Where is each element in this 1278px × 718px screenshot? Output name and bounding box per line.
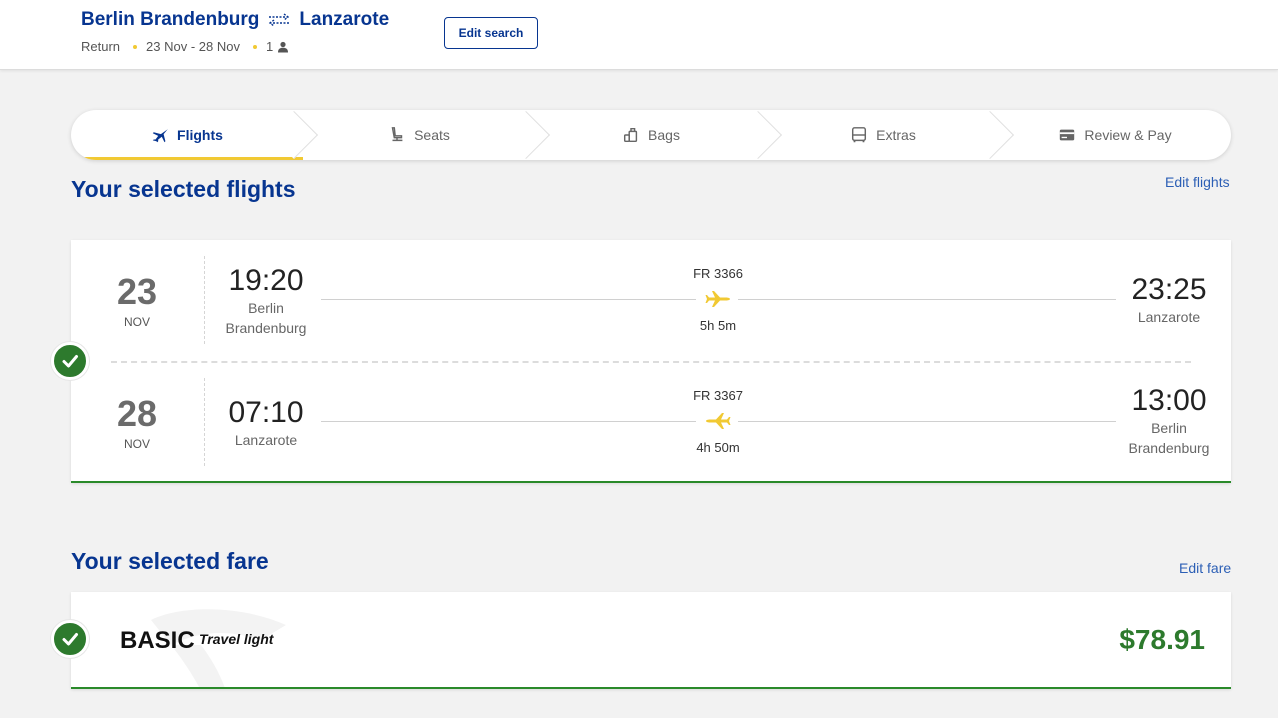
check-icon (62, 355, 78, 368)
departure-time: 19:20 (228, 264, 304, 297)
departure-city-line2: Brandenburg (225, 320, 307, 336)
check-icon (62, 633, 78, 646)
booking-stepper: Flights Seats Bags Extras Review & Pay (71, 110, 1231, 160)
date-day: 23 (116, 271, 158, 312)
arrival-time: 23:25 (1131, 273, 1207, 306)
fare-card: BASIC Travel light $78.91 (71, 592, 1231, 689)
departure-info: 07:10 Lanzarote (216, 396, 316, 450)
separator-dot (252, 44, 257, 49)
flights-card: 23 NOV 19:20 Berlin Brandenburg FR 3366 … (71, 240, 1231, 483)
flight-duration: 4h 50m (696, 440, 740, 455)
step-flights[interactable]: Flights (71, 110, 319, 160)
step-label: Review & Pay (1084, 127, 1172, 143)
plane-icon (152, 128, 169, 143)
trip-meta: Return 23 Nov - 28 Nov 1 (81, 39, 289, 54)
bag-icon (624, 127, 638, 143)
plane-icon (705, 291, 730, 307)
arrival-city: Lanzarote (1137, 309, 1201, 325)
bus-icon (852, 127, 867, 143)
step-review-pay[interactable]: Review & Pay (999, 110, 1231, 160)
flight-number: FR 3366 (693, 266, 743, 281)
flight-number: FR 3367 (693, 388, 743, 403)
route-title: Berlin Brandenburg Lanzarote (81, 9, 389, 31)
step-label: Seats (414, 127, 450, 143)
person-icon (278, 41, 289, 52)
fare-price: $78.91 (1119, 624, 1205, 655)
return-arrows-icon (269, 13, 290, 27)
seat-icon (391, 127, 403, 142)
destination-city: Lanzarote (299, 9, 390, 30)
flight-row-outbound: 23 NOV 19:20 Berlin Brandenburg FR 3366 … (71, 256, 1231, 356)
top-header: Berlin Brandenburg Lanzarote Return 23 N… (0, 0, 1278, 70)
departure-city: Lanzarote (234, 432, 298, 448)
arrival-city-line2: Brandenburg (1128, 440, 1210, 456)
arrival-info: 13:00 Berlin Brandenburg (1119, 384, 1219, 458)
date-month: NOV (123, 315, 150, 329)
step-bags[interactable]: Bags (535, 110, 783, 160)
trip-dates: 23 Nov - 28 Nov (146, 39, 240, 54)
card-icon (1060, 129, 1075, 141)
departure-info: 19:20 Berlin Brandenburg (216, 264, 316, 338)
edit-flights-link[interactable]: Edit flights (1165, 174, 1230, 190)
flight-duration: 5h 5m (699, 318, 737, 333)
selected-fare-title: Your selected fare (71, 548, 269, 574)
fare-name: BASIC (120, 627, 195, 654)
date-day: 28 (116, 393, 158, 434)
departure-time: 07:10 (228, 396, 304, 429)
origin-city: Berlin Brandenburg (81, 9, 260, 30)
plane-icon (706, 413, 731, 429)
selected-flights-title: Your selected flights (71, 176, 296, 202)
route-line (738, 299, 1116, 300)
step-label: Bags (648, 127, 680, 143)
date-box: 28 NOV (101, 393, 173, 452)
step-label: Extras (876, 127, 916, 143)
arrival-time: 13:00 (1131, 384, 1207, 417)
fare-confirmed-check-icon (51, 620, 89, 658)
passenger-count: 1 (265, 39, 274, 54)
flight-row-return: 28 NOV 07:10 Lanzarote FR 3367 4h 50m 13… (71, 378, 1231, 478)
flight-divider (111, 361, 1191, 363)
route-line (321, 299, 696, 300)
edit-search-button[interactable]: Edit search (444, 17, 538, 49)
step-label: Flights (177, 127, 223, 143)
column-divider (204, 378, 205, 466)
fare-subtitle: Travel light (199, 631, 274, 647)
date-month: NOV (123, 437, 150, 451)
arrival-info: 23:25 Lanzarote (1119, 273, 1219, 327)
arrival-city: Berlin (1151, 420, 1187, 436)
step-seats[interactable]: Seats (303, 110, 551, 160)
route-line (738, 421, 1116, 422)
column-divider (204, 256, 205, 344)
departure-city: Berlin (248, 300, 284, 316)
trip-type: Return (81, 39, 121, 54)
route-line (321, 421, 696, 422)
date-box: 23 NOV (101, 271, 173, 330)
separator-dot (133, 44, 138, 49)
edit-fare-link[interactable]: Edit fare (1179, 560, 1231, 576)
step-extras[interactable]: Extras (767, 110, 1015, 160)
flights-confirmed-check-icon (51, 342, 89, 380)
